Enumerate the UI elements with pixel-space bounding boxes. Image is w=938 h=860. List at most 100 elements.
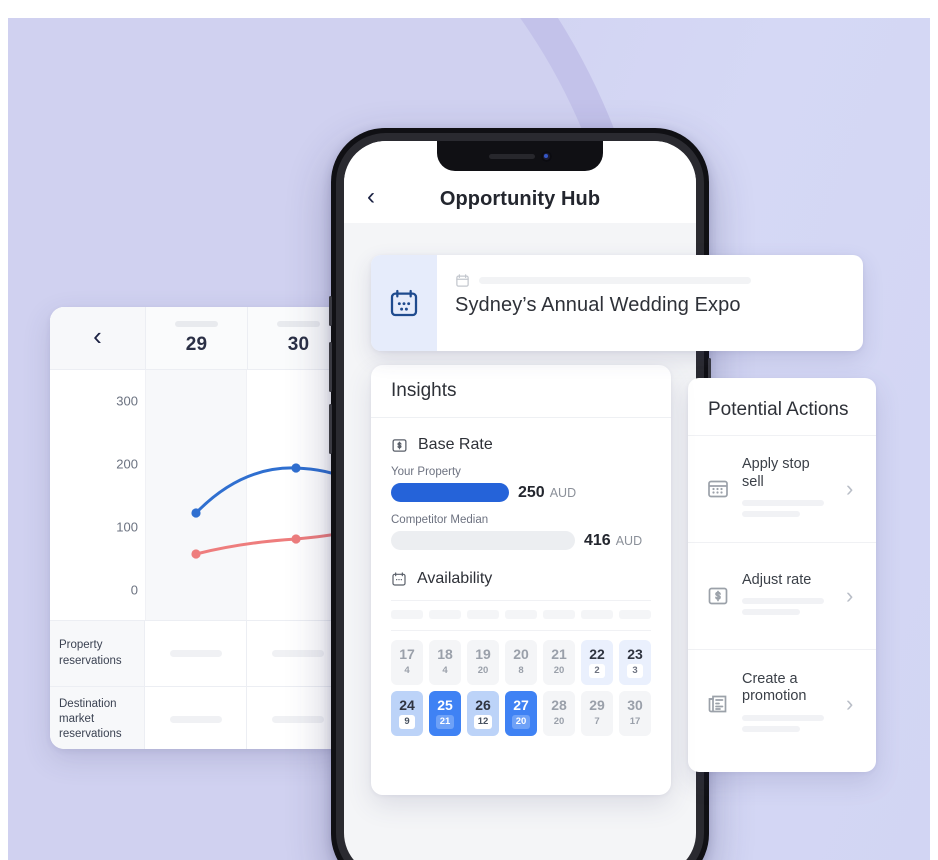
calendar-day-number: 18	[437, 646, 453, 663]
calendar-day-cell[interactable]: 23 3	[619, 640, 651, 685]
weekday-placeholder	[505, 610, 537, 619]
action-text: Apply stop sell	[742, 456, 835, 522]
calendar-day-cell[interactable]: 25 21	[429, 691, 461, 736]
calendar-icon	[390, 289, 418, 317]
calendar-day-cell[interactable]: 19 20	[467, 640, 499, 685]
table-row: Property reservations	[50, 621, 347, 687]
analytics-row-label: Property reservations	[50, 621, 145, 686]
page-title: Opportunity Hub	[439, 188, 601, 210]
placeholder-bar	[742, 511, 800, 518]
calendar-day-number: 27	[513, 697, 529, 714]
calendar-day-number: 20	[513, 646, 529, 663]
phone-mute-button[interactable]	[329, 296, 332, 326]
weekday-placeholder	[619, 610, 651, 619]
calendar-day-number: 29	[589, 697, 605, 714]
competitor-median-value: 416	[584, 531, 611, 549]
calendar-day-cell[interactable]: 27 20	[505, 691, 537, 736]
your-property-label: Your Property	[391, 466, 461, 478]
newspaper-icon	[708, 695, 727, 713]
calendar-week-row: 17 4 18 4 19 20 20 8 21 20 22 2 23 3	[391, 640, 651, 685]
event-meta-row	[455, 273, 845, 288]
placeholder-bar	[175, 320, 218, 327]
action-icon-container	[705, 692, 731, 716]
analytics-cell	[145, 621, 247, 686]
screenshot-stage: ‹ 29 30 300 200 100 0 Property reservati…	[0, 0, 938, 860]
placeholder-bar	[742, 500, 824, 507]
section-label: Availability	[417, 570, 493, 587]
dollar-box-icon	[392, 438, 407, 452]
calendar-day-cell[interactable]: 18 4	[429, 640, 461, 685]
analytics-day-label: 29	[185, 333, 208, 355]
calendar-day-cell[interactable]: 21 20	[543, 640, 575, 685]
calendar-day-cell[interactable]: 24 9	[391, 691, 423, 736]
phone-volume-up-button[interactable]	[329, 342, 332, 392]
chart-series-svg	[191, 463, 347, 559]
insights-card: Insights Base Rate Your Property 250 AUD…	[371, 365, 671, 795]
analytics-header-row: ‹ 29 30	[50, 307, 347, 370]
calendar-day-count: 20	[553, 716, 565, 728]
calendar-day-number: 19	[475, 646, 491, 663]
calendar-day-cell[interactable]: 20 8	[505, 640, 537, 685]
calendar-day-cell[interactable]: 30 17	[619, 691, 651, 736]
weekday-placeholder	[543, 610, 575, 619]
your-property-value: 250	[518, 483, 545, 501]
action-label: Apply stop sell	[742, 456, 810, 490]
chart-line-destination	[194, 530, 347, 556]
calendar-day-count: 4	[404, 665, 410, 677]
calendar-day-count: 9	[399, 715, 415, 729]
action-label: Create a promotion	[742, 670, 807, 705]
calendar-day-number: 30	[627, 697, 643, 714]
calendar-day-number: 21	[551, 646, 567, 663]
front-camera-icon	[540, 150, 552, 162]
chart-point-destination-29	[191, 549, 201, 559]
insights-title: Insights	[371, 365, 671, 418]
placeholder-bar	[742, 609, 800, 616]
analytics-cell	[145, 687, 247, 749]
chart-point-property-29	[191, 508, 201, 518]
calendar-day-cell[interactable]: 22 2	[581, 640, 613, 685]
chevron-right-icon[interactable]: ›	[846, 478, 862, 500]
calendar-day-count: 8	[518, 665, 524, 677]
calendar-day-count: 12	[473, 715, 493, 729]
calendar-day-cell[interactable]: 29 7	[581, 691, 613, 736]
action-item-adjust-rate[interactable]: Adjust rate ›	[688, 543, 876, 651]
action-icon-container	[705, 477, 731, 501]
event-body: Sydney’s Annual Wedding Expo	[437, 255, 863, 351]
back-button[interactable]: ‹	[344, 185, 398, 211]
action-item-apply-stop-sell[interactable]: Apply stop sell ›	[688, 436, 876, 544]
calendar-day-count: 20	[553, 665, 565, 677]
analytics-prev-button[interactable]: ‹	[50, 307, 146, 369]
chevron-right-icon[interactable]: ›	[846, 585, 862, 607]
calendar-day-number: 17	[399, 646, 415, 663]
calendar-day-count: 17	[629, 716, 641, 728]
competitor-median-bar	[391, 531, 575, 550]
your-property-bar-row: 250 AUD	[391, 483, 651, 502]
calendar-day-number: 26	[475, 697, 491, 714]
calendar-day-cell[interactable]: 28 20	[543, 691, 575, 736]
calendar-outline-icon	[392, 572, 406, 586]
calendar-day-count: 3	[627, 664, 643, 678]
calendar-small-icon	[456, 274, 469, 287]
divider	[391, 600, 651, 601]
calendar-day-count: 4	[442, 665, 448, 677]
phone-volume-down-button[interactable]	[329, 404, 332, 454]
competitor-median-label: Competitor Median	[391, 514, 489, 526]
placeholder-bar	[479, 277, 751, 284]
weekday-placeholder	[581, 610, 613, 619]
divider	[391, 630, 651, 631]
calendar-day-cell[interactable]: 26 12	[467, 691, 499, 736]
chevron-left-icon: ‹	[367, 183, 375, 210]
your-property-bar	[391, 483, 509, 502]
weekday-placeholder	[429, 610, 461, 619]
chevron-right-icon[interactable]: ›	[846, 692, 862, 715]
event-card[interactable]: Sydney’s Annual Wedding Expo	[371, 255, 863, 351]
placeholder-bar	[277, 320, 320, 327]
calendar-day-number: 28	[551, 697, 567, 714]
competitor-median-unit: AUD	[615, 533, 643, 548]
analytics-day-column-29[interactable]: 29	[146, 307, 248, 369]
calendar-day-cell[interactable]: 17 4	[391, 640, 423, 685]
calendar-day-count: 21	[435, 715, 455, 729]
placeholder-bar	[271, 650, 324, 657]
action-item-create-a-promotion[interactable]: Create a promotion ›	[688, 650, 876, 757]
potential-actions-title: Potential Actions	[688, 378, 876, 437]
